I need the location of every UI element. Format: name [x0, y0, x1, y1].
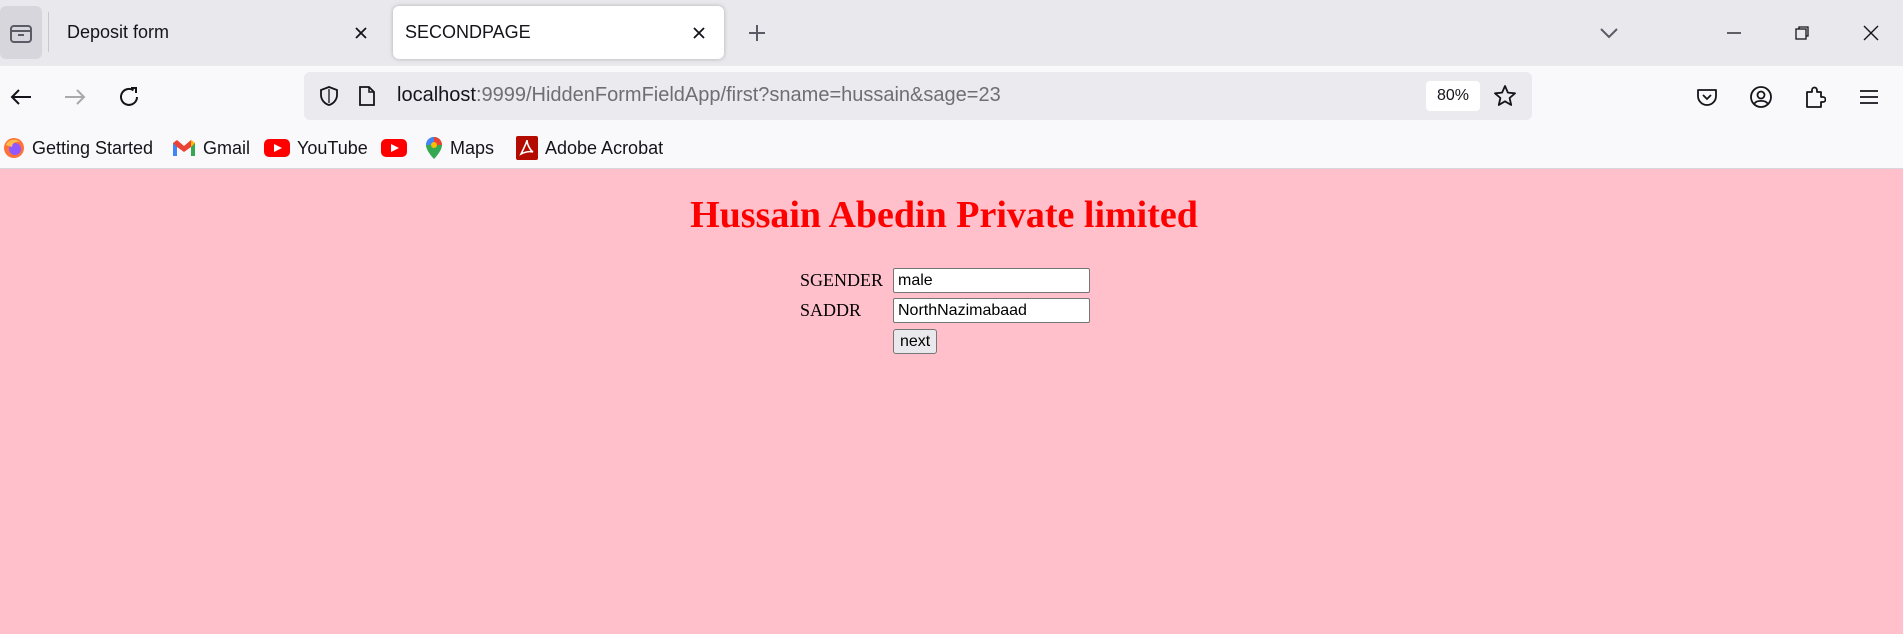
gender-label: SGENDER	[800, 270, 884, 290]
tab-secondpage[interactable]: SECONDPAGE	[393, 6, 724, 59]
shield-icon	[320, 86, 338, 106]
reload-button[interactable]	[110, 78, 148, 116]
restore-button[interactable]	[1774, 12, 1830, 54]
tab-title: SECONDPAGE	[405, 22, 531, 42]
close-icon	[1863, 25, 1879, 41]
tab-close-button[interactable]	[344, 16, 378, 50]
tab-manager-button[interactable]	[0, 6, 42, 59]
bookmark-star-button[interactable]	[1490, 81, 1520, 111]
pocket-button[interactable]	[1688, 78, 1726, 116]
address-label: SADDR	[800, 300, 862, 320]
adobe-acrobat-icon	[516, 136, 538, 160]
bookmark-label: Maps	[450, 137, 495, 158]
tab-deposit-form[interactable]: Deposit form	[48, 6, 386, 59]
bookmark-adobe-acrobat[interactable]: Adobe Acrobat	[516, 133, 663, 163]
account-button[interactable]	[1742, 78, 1780, 116]
bookmark-maps[interactable]: Maps	[425, 133, 494, 163]
bookmarks-toolbar: Getting Started Gmail YouTube Maps Adobe…	[0, 127, 1903, 169]
extensions-button[interactable]	[1796, 78, 1834, 116]
address-input[interactable]	[893, 298, 1090, 323]
bookmark-youtube-untitled[interactable]	[381, 133, 414, 163]
url-text[interactable]: localhost:9999/HiddenFormFieldApp/first?…	[397, 84, 1001, 107]
bookmark-youtube[interactable]: YouTube	[264, 133, 368, 163]
tab-strip: Deposit form SECONDPAGE	[0, 0, 1903, 66]
next-button[interactable]: next	[893, 329, 938, 354]
firefox-icon	[4, 138, 24, 158]
tab-close-button[interactable]	[682, 16, 716, 50]
page-icon	[359, 86, 375, 106]
zoom-level-button[interactable]: 80%	[1426, 81, 1480, 111]
account-icon	[1750, 86, 1772, 108]
close-icon	[355, 26, 367, 39]
bookmark-gmail[interactable]: Gmail	[172, 133, 250, 163]
url-host: localhost	[397, 84, 476, 106]
minimize-button[interactable]	[1706, 12, 1762, 54]
close-icon	[693, 26, 705, 39]
new-tab-button[interactable]	[740, 16, 774, 50]
star-icon	[1494, 85, 1516, 106]
back-button[interactable]	[2, 78, 40, 116]
folder-tabs-icon	[10, 24, 32, 43]
gmail-icon	[173, 140, 195, 156]
hamburger-menu-icon	[1860, 90, 1878, 104]
bookmark-getting-started[interactable]: Getting Started	[3, 133, 153, 163]
puzzle-piece-icon	[1806, 86, 1826, 108]
page-heading: Hussain Abedin Private limited	[690, 194, 1198, 236]
plus-icon	[749, 25, 765, 41]
app-menu-button[interactable]	[1850, 78, 1888, 116]
youtube-icon	[381, 139, 407, 157]
gender-input[interactable]	[893, 268, 1090, 293]
page-content: Hussain Abedin Private limited SGENDER S…	[0, 169, 1903, 634]
tab-title: Deposit form	[67, 22, 170, 42]
navigation-toolbar: localhost:9999/HiddenFormFieldApp/first?…	[0, 66, 1903, 127]
bookmark-label: Getting Started	[32, 137, 154, 158]
youtube-icon	[264, 139, 290, 157]
forward-button[interactable]	[56, 78, 94, 116]
minimize-icon	[1727, 32, 1741, 34]
restore-icon	[1795, 26, 1809, 40]
bookmark-label: YouTube	[297, 137, 368, 158]
arrow-left-icon	[10, 89, 31, 105]
site-info-button[interactable]	[352, 81, 382, 111]
maps-pin-icon	[426, 137, 442, 159]
bookmark-label: Adobe Acrobat	[545, 137, 664, 158]
pocket-icon	[1697, 89, 1717, 106]
list-all-tabs-button[interactable]	[1592, 16, 1626, 50]
chevron-down-icon	[1600, 28, 1618, 39]
tracking-protection-button[interactable]	[314, 81, 344, 111]
url-path: :9999/HiddenFormFieldApp/first?sname=hus…	[475, 84, 1001, 106]
reload-icon	[120, 87, 138, 106]
bookmark-label: Gmail	[203, 137, 251, 158]
window-close-button[interactable]	[1843, 12, 1899, 54]
address-bar[interactable]: localhost:9999/HiddenFormFieldApp/first?…	[304, 72, 1532, 120]
arrow-right-icon	[65, 89, 86, 105]
